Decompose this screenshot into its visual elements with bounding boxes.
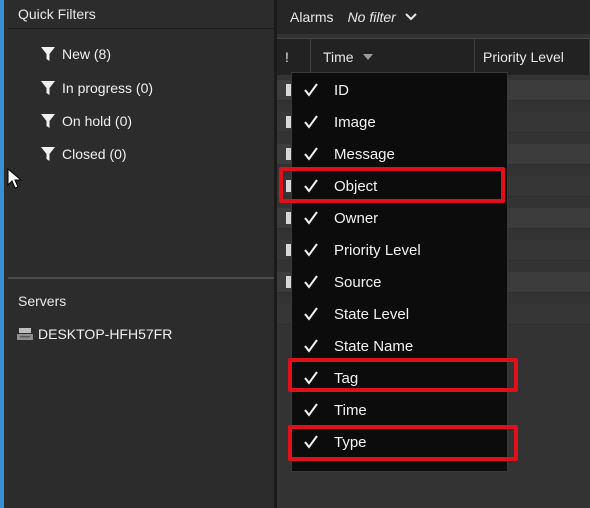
- highlight-box-type: [288, 425, 518, 461]
- checkmark-icon: [304, 403, 318, 417]
- checkmark-icon: [304, 307, 318, 321]
- server-icon: [17, 328, 33, 340]
- checkmark-icon: [304, 147, 318, 161]
- column-header-time[interactable]: Time: [311, 39, 475, 75]
- filter-icon: [41, 114, 55, 128]
- filter-item-label: On hold (0): [62, 113, 133, 129]
- filter-item-in-progress[interactable]: In progress (0): [40, 77, 153, 99]
- column-header-bar: ! Time Priority Level: [277, 38, 590, 75]
- filter-item-closed[interactable]: Closed (0): [40, 143, 127, 165]
- filter-item-on-hold[interactable]: On hold (0): [40, 110, 132, 132]
- menu-item-label: ID: [334, 81, 349, 99]
- filter-item-label: New (8): [62, 46, 112, 62]
- quick-filters-header: Quick Filters: [18, 6, 96, 22]
- servers-divider[interactable]: [8, 277, 278, 279]
- checkmark-icon: [304, 115, 318, 129]
- highlight-box-tag: [288, 358, 518, 392]
- menu-item-source[interactable]: Source: [292, 266, 507, 298]
- filter-item-new[interactable]: New (8): [40, 43, 111, 65]
- checkmark-icon: [304, 83, 318, 97]
- checkmark-icon: [304, 275, 318, 289]
- sort-descending-icon: [362, 54, 373, 60]
- menu-item-state-level[interactable]: State Level: [292, 298, 507, 330]
- quick-filters-pane: Quick Filters New (8) In progress (0) On…: [0, 0, 278, 508]
- menu-item-label: Image: [334, 113, 376, 131]
- column-header-priority-flag[interactable]: !: [277, 39, 311, 75]
- highlight-box-object: [279, 167, 505, 203]
- alarms-title: Alarms: [290, 9, 334, 25]
- server-item-label: DESKTOP-HFH57FR: [38, 326, 173, 342]
- menu-item-label: Owner: [334, 209, 379, 227]
- column-chooser-menu: ID Image Message Object Owner Priority L…: [291, 72, 508, 472]
- menu-item-id[interactable]: ID: [292, 74, 507, 106]
- menu-item-label: State Level: [334, 305, 410, 323]
- column-header-time-label: Time: [323, 49, 354, 65]
- menu-item-label: Source: [334, 273, 382, 291]
- quick-filters-rule: [8, 28, 278, 29]
- filter-item-label: In progress (0): [62, 80, 154, 96]
- alarms-filter-value[interactable]: No filter: [348, 9, 396, 25]
- menu-item-label: Priority Level: [334, 241, 421, 259]
- servers-header: Servers: [18, 293, 67, 309]
- filter-icon: [41, 47, 55, 61]
- menu-item-owner[interactable]: Owner: [292, 202, 507, 234]
- menu-item-label: Time: [334, 401, 367, 419]
- menu-item-label: Message: [334, 145, 395, 163]
- checkmark-icon: [304, 211, 318, 225]
- checkmark-icon: [304, 243, 318, 257]
- filter-icon: [41, 147, 55, 161]
- column-header-priority-level[interactable]: Priority Level: [475, 39, 590, 75]
- checkmark-icon: [304, 339, 318, 353]
- menu-item-time[interactable]: Time: [292, 394, 507, 426]
- filter-item-label: Closed (0): [62, 146, 127, 162]
- server-item-desktop[interactable]: DESKTOP-HFH57FR: [16, 323, 172, 345]
- chevron-down-icon[interactable]: [404, 12, 418, 22]
- alarms-toolbar: Alarms No filter: [277, 0, 590, 34]
- mouse-pointer-icon: [7, 168, 23, 189]
- menu-item-priority-level[interactable]: Priority Level: [292, 234, 507, 266]
- filter-icon: [41, 81, 55, 95]
- menu-item-image[interactable]: Image: [292, 106, 507, 138]
- menu-item-message[interactable]: Message: [292, 138, 507, 170]
- menu-item-label: State Name: [334, 337, 414, 355]
